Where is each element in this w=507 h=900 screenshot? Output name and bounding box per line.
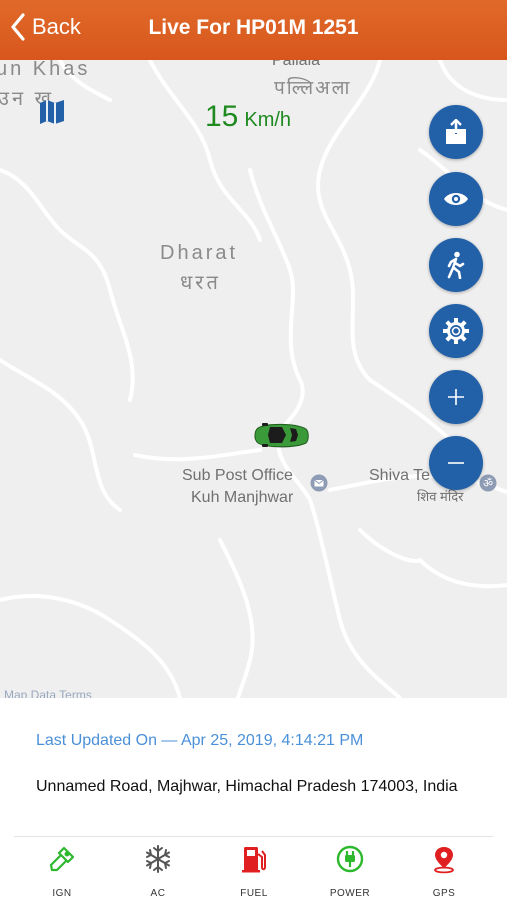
- place-label-pallala: Pallala: [272, 60, 321, 69]
- status-label-ign: IGN: [52, 888, 72, 899]
- svg-text:ॐ: ॐ: [483, 477, 493, 490]
- eye-icon: [444, 193, 468, 205]
- place-label-pallala-hindi: पल्लिअला: [274, 78, 352, 99]
- nav-bar: Back Live For HP01M 1251: [0, 0, 507, 60]
- place-label-un-khas: un Khas: [0, 60, 91, 80]
- status-ac[interactable]: AC: [118, 840, 198, 899]
- map-roads: [0, 60, 507, 698]
- speed-indicator: 15 Km/h: [205, 100, 291, 134]
- status-label-ac: AC: [150, 888, 166, 899]
- speed-value: 15: [205, 100, 239, 133]
- address-text: Unnamed Road, Majhwar, Himachal Pradesh …: [36, 778, 458, 795]
- status-label-gps: GPS: [432, 888, 456, 899]
- poi-label-kuh-manjhwar: Kuh Manjhwar: [191, 489, 294, 506]
- post-office-pin-icon[interactable]: [310, 474, 328, 492]
- status-label-fuel: FUEL: [240, 888, 268, 899]
- info-panel: Last Updated On — Apr 25, 2019, 4:14:21 …: [0, 698, 507, 900]
- page-title: Live For HP01M 1251: [148, 16, 359, 39]
- vehicle-car-icon[interactable]: [252, 420, 310, 450]
- place-label-dharat: Dharat: [160, 242, 239, 264]
- status-power[interactable]: POWER: [310, 840, 390, 899]
- share-button[interactable]: [429, 105, 483, 159]
- place-label-dharat-hindi: धरत: [180, 272, 221, 294]
- map-attribution[interactable]: i Map Data Terms: [0, 688, 92, 698]
- fuel-pump-icon: [242, 847, 266, 873]
- status-fuel[interactable]: FUEL: [214, 840, 294, 899]
- last-updated-text: Last Updated On — Apr 25, 2019, 4:14:21 …: [36, 732, 364, 749]
- ignition-key-icon: [49, 846, 75, 872]
- zoom-out-button[interactable]: [429, 436, 483, 490]
- walk-button[interactable]: [429, 238, 483, 292]
- zoom-in-button[interactable]: [429, 370, 483, 424]
- settings-button[interactable]: [429, 304, 483, 358]
- power-plug-icon: [336, 845, 364, 873]
- speed-unit: Km/h: [244, 109, 292, 131]
- view-button[interactable]: [429, 172, 483, 226]
- snowflake-icon: [146, 845, 170, 873]
- walk-icon: [447, 251, 465, 279]
- map-layers-icon[interactable]: [38, 98, 66, 126]
- temple-pin-icon[interactable]: ॐ: [479, 474, 497, 492]
- divider: [14, 836, 493, 837]
- map-view[interactable]: un Khas उन ख Pallala पल्लिअला Dharat धरत…: [0, 60, 507, 698]
- gear-icon: [443, 318, 469, 344]
- gps-pin-icon: [434, 847, 454, 874]
- status-gps[interactable]: GPS: [404, 840, 484, 899]
- minus-icon: [448, 462, 464, 464]
- poi-label-shiva-temple: Shiva Te: [369, 467, 431, 484]
- status-label-power: POWER: [329, 888, 371, 899]
- plus-icon: [448, 389, 464, 405]
- poi-label-sub-post-office: Sub Post Office: [182, 467, 293, 484]
- share-icon: [446, 119, 466, 144]
- status-ign[interactable]: IGN: [22, 840, 102, 899]
- status-bar: IGN AC FUEL POWER GPS: [0, 840, 507, 900]
